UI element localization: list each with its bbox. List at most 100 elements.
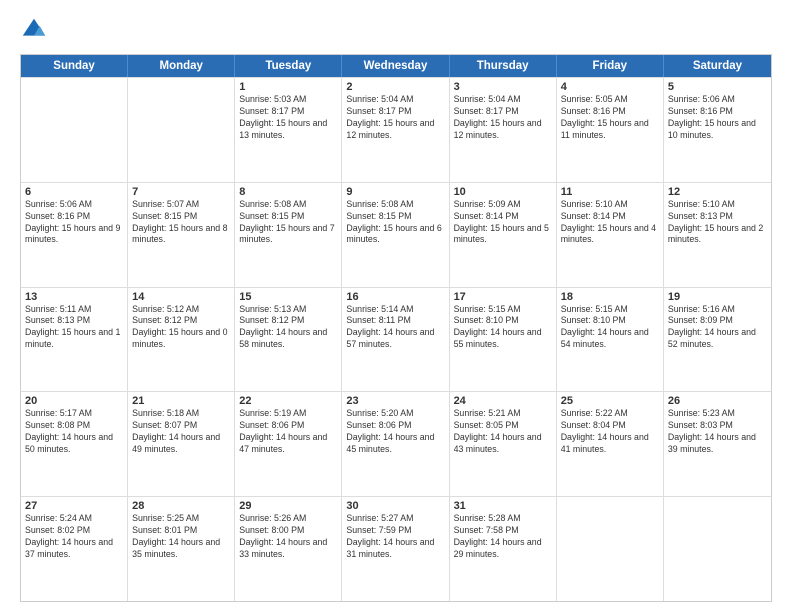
day-number: 21 — [132, 395, 230, 407]
day-cell-20: 20Sunrise: 5:17 AM Sunset: 8:08 PM Dayli… — [21, 392, 128, 496]
day-cell-21: 21Sunrise: 5:18 AM Sunset: 8:07 PM Dayli… — [128, 392, 235, 496]
header-day-friday: Friday — [557, 55, 664, 77]
day-number: 1 — [239, 81, 337, 93]
calendar-header: SundayMondayTuesdayWednesdayThursdayFrid… — [21, 55, 771, 77]
day-cell-18: 18Sunrise: 5:15 AM Sunset: 8:10 PM Dayli… — [557, 288, 664, 392]
day-info: Sunrise: 5:15 AM Sunset: 8:10 PM Dayligh… — [561, 304, 659, 352]
day-cell-5: 5Sunrise: 5:06 AM Sunset: 8:16 PM Daylig… — [664, 78, 771, 182]
day-info: Sunrise: 5:24 AM Sunset: 8:02 PM Dayligh… — [25, 513, 123, 561]
day-cell-28: 28Sunrise: 5:25 AM Sunset: 8:01 PM Dayli… — [128, 497, 235, 601]
header-day-tuesday: Tuesday — [235, 55, 342, 77]
day-info: Sunrise: 5:25 AM Sunset: 8:01 PM Dayligh… — [132, 513, 230, 561]
day-info: Sunrise: 5:07 AM Sunset: 8:15 PM Dayligh… — [132, 199, 230, 247]
day-cell-19: 19Sunrise: 5:16 AM Sunset: 8:09 PM Dayli… — [664, 288, 771, 392]
day-number: 7 — [132, 186, 230, 198]
calendar-row-2: 6Sunrise: 5:06 AM Sunset: 8:16 PM Daylig… — [21, 182, 771, 287]
calendar-row-5: 27Sunrise: 5:24 AM Sunset: 8:02 PM Dayli… — [21, 496, 771, 601]
header — [20, 16, 772, 44]
day-cell-9: 9Sunrise: 5:08 AM Sunset: 8:15 PM Daylig… — [342, 183, 449, 287]
logo-icon — [20, 16, 48, 44]
day-number: 9 — [346, 186, 444, 198]
day-number: 6 — [25, 186, 123, 198]
day-info: Sunrise: 5:14 AM Sunset: 8:11 PM Dayligh… — [346, 304, 444, 352]
calendar-body: 1Sunrise: 5:03 AM Sunset: 8:17 PM Daylig… — [21, 77, 771, 601]
day-cell-31: 31Sunrise: 5:28 AM Sunset: 7:58 PM Dayli… — [450, 497, 557, 601]
day-number: 3 — [454, 81, 552, 93]
day-cell-7: 7Sunrise: 5:07 AM Sunset: 8:15 PM Daylig… — [128, 183, 235, 287]
logo — [20, 16, 52, 44]
day-number: 27 — [25, 500, 123, 512]
day-number: 4 — [561, 81, 659, 93]
day-cell-10: 10Sunrise: 5:09 AM Sunset: 8:14 PM Dayli… — [450, 183, 557, 287]
day-info: Sunrise: 5:12 AM Sunset: 8:12 PM Dayligh… — [132, 304, 230, 352]
day-info: Sunrise: 5:17 AM Sunset: 8:08 PM Dayligh… — [25, 408, 123, 456]
day-info: Sunrise: 5:23 AM Sunset: 8:03 PM Dayligh… — [668, 408, 767, 456]
day-info: Sunrise: 5:22 AM Sunset: 8:04 PM Dayligh… — [561, 408, 659, 456]
day-info: Sunrise: 5:06 AM Sunset: 8:16 PM Dayligh… — [668, 94, 767, 142]
day-cell-25: 25Sunrise: 5:22 AM Sunset: 8:04 PM Dayli… — [557, 392, 664, 496]
day-number: 18 — [561, 291, 659, 303]
day-info: Sunrise: 5:18 AM Sunset: 8:07 PM Dayligh… — [132, 408, 230, 456]
day-number: 11 — [561, 186, 659, 198]
empty-cell — [21, 78, 128, 182]
day-cell-23: 23Sunrise: 5:20 AM Sunset: 8:06 PM Dayli… — [342, 392, 449, 496]
day-info: Sunrise: 5:20 AM Sunset: 8:06 PM Dayligh… — [346, 408, 444, 456]
day-cell-27: 27Sunrise: 5:24 AM Sunset: 8:02 PM Dayli… — [21, 497, 128, 601]
empty-cell — [664, 497, 771, 601]
day-cell-22: 22Sunrise: 5:19 AM Sunset: 8:06 PM Dayli… — [235, 392, 342, 496]
day-cell-3: 3Sunrise: 5:04 AM Sunset: 8:17 PM Daylig… — [450, 78, 557, 182]
day-number: 19 — [668, 291, 767, 303]
header-day-sunday: Sunday — [21, 55, 128, 77]
day-number: 10 — [454, 186, 552, 198]
day-number: 26 — [668, 395, 767, 407]
day-info: Sunrise: 5:09 AM Sunset: 8:14 PM Dayligh… — [454, 199, 552, 247]
day-number: 30 — [346, 500, 444, 512]
day-number: 23 — [346, 395, 444, 407]
day-number: 2 — [346, 81, 444, 93]
day-number: 8 — [239, 186, 337, 198]
day-cell-4: 4Sunrise: 5:05 AM Sunset: 8:16 PM Daylig… — [557, 78, 664, 182]
day-number: 24 — [454, 395, 552, 407]
day-number: 29 — [239, 500, 337, 512]
empty-cell — [557, 497, 664, 601]
header-day-monday: Monday — [128, 55, 235, 77]
day-cell-2: 2Sunrise: 5:04 AM Sunset: 8:17 PM Daylig… — [342, 78, 449, 182]
calendar-row-3: 13Sunrise: 5:11 AM Sunset: 8:13 PM Dayli… — [21, 287, 771, 392]
day-cell-16: 16Sunrise: 5:14 AM Sunset: 8:11 PM Dayli… — [342, 288, 449, 392]
day-number: 15 — [239, 291, 337, 303]
day-cell-30: 30Sunrise: 5:27 AM Sunset: 7:59 PM Dayli… — [342, 497, 449, 601]
day-cell-11: 11Sunrise: 5:10 AM Sunset: 8:14 PM Dayli… — [557, 183, 664, 287]
day-info: Sunrise: 5:10 AM Sunset: 8:14 PM Dayligh… — [561, 199, 659, 247]
day-info: Sunrise: 5:08 AM Sunset: 8:15 PM Dayligh… — [239, 199, 337, 247]
day-cell-15: 15Sunrise: 5:13 AM Sunset: 8:12 PM Dayli… — [235, 288, 342, 392]
day-info: Sunrise: 5:06 AM Sunset: 8:16 PM Dayligh… — [25, 199, 123, 247]
day-info: Sunrise: 5:04 AM Sunset: 8:17 PM Dayligh… — [346, 94, 444, 142]
day-cell-12: 12Sunrise: 5:10 AM Sunset: 8:13 PM Dayli… — [664, 183, 771, 287]
day-info: Sunrise: 5:10 AM Sunset: 8:13 PM Dayligh… — [668, 199, 767, 247]
day-number: 20 — [25, 395, 123, 407]
day-info: Sunrise: 5:03 AM Sunset: 8:17 PM Dayligh… — [239, 94, 337, 142]
day-cell-29: 29Sunrise: 5:26 AM Sunset: 8:00 PM Dayli… — [235, 497, 342, 601]
calendar-row-4: 20Sunrise: 5:17 AM Sunset: 8:08 PM Dayli… — [21, 391, 771, 496]
day-number: 31 — [454, 500, 552, 512]
day-number: 22 — [239, 395, 337, 407]
day-info: Sunrise: 5:15 AM Sunset: 8:10 PM Dayligh… — [454, 304, 552, 352]
header-day-thursday: Thursday — [450, 55, 557, 77]
day-number: 14 — [132, 291, 230, 303]
day-info: Sunrise: 5:27 AM Sunset: 7:59 PM Dayligh… — [346, 513, 444, 561]
calendar: SundayMondayTuesdayWednesdayThursdayFrid… — [20, 54, 772, 602]
day-cell-13: 13Sunrise: 5:11 AM Sunset: 8:13 PM Dayli… — [21, 288, 128, 392]
day-cell-26: 26Sunrise: 5:23 AM Sunset: 8:03 PM Dayli… — [664, 392, 771, 496]
day-info: Sunrise: 5:16 AM Sunset: 8:09 PM Dayligh… — [668, 304, 767, 352]
header-day-wednesday: Wednesday — [342, 55, 449, 77]
day-number: 13 — [25, 291, 123, 303]
page: SundayMondayTuesdayWednesdayThursdayFrid… — [0, 0, 792, 612]
day-info: Sunrise: 5:13 AM Sunset: 8:12 PM Dayligh… — [239, 304, 337, 352]
day-cell-24: 24Sunrise: 5:21 AM Sunset: 8:05 PM Dayli… — [450, 392, 557, 496]
day-info: Sunrise: 5:08 AM Sunset: 8:15 PM Dayligh… — [346, 199, 444, 247]
day-info: Sunrise: 5:19 AM Sunset: 8:06 PM Dayligh… — [239, 408, 337, 456]
day-info: Sunrise: 5:26 AM Sunset: 8:00 PM Dayligh… — [239, 513, 337, 561]
day-info: Sunrise: 5:04 AM Sunset: 8:17 PM Dayligh… — [454, 94, 552, 142]
header-day-saturday: Saturday — [664, 55, 771, 77]
day-cell-8: 8Sunrise: 5:08 AM Sunset: 8:15 PM Daylig… — [235, 183, 342, 287]
